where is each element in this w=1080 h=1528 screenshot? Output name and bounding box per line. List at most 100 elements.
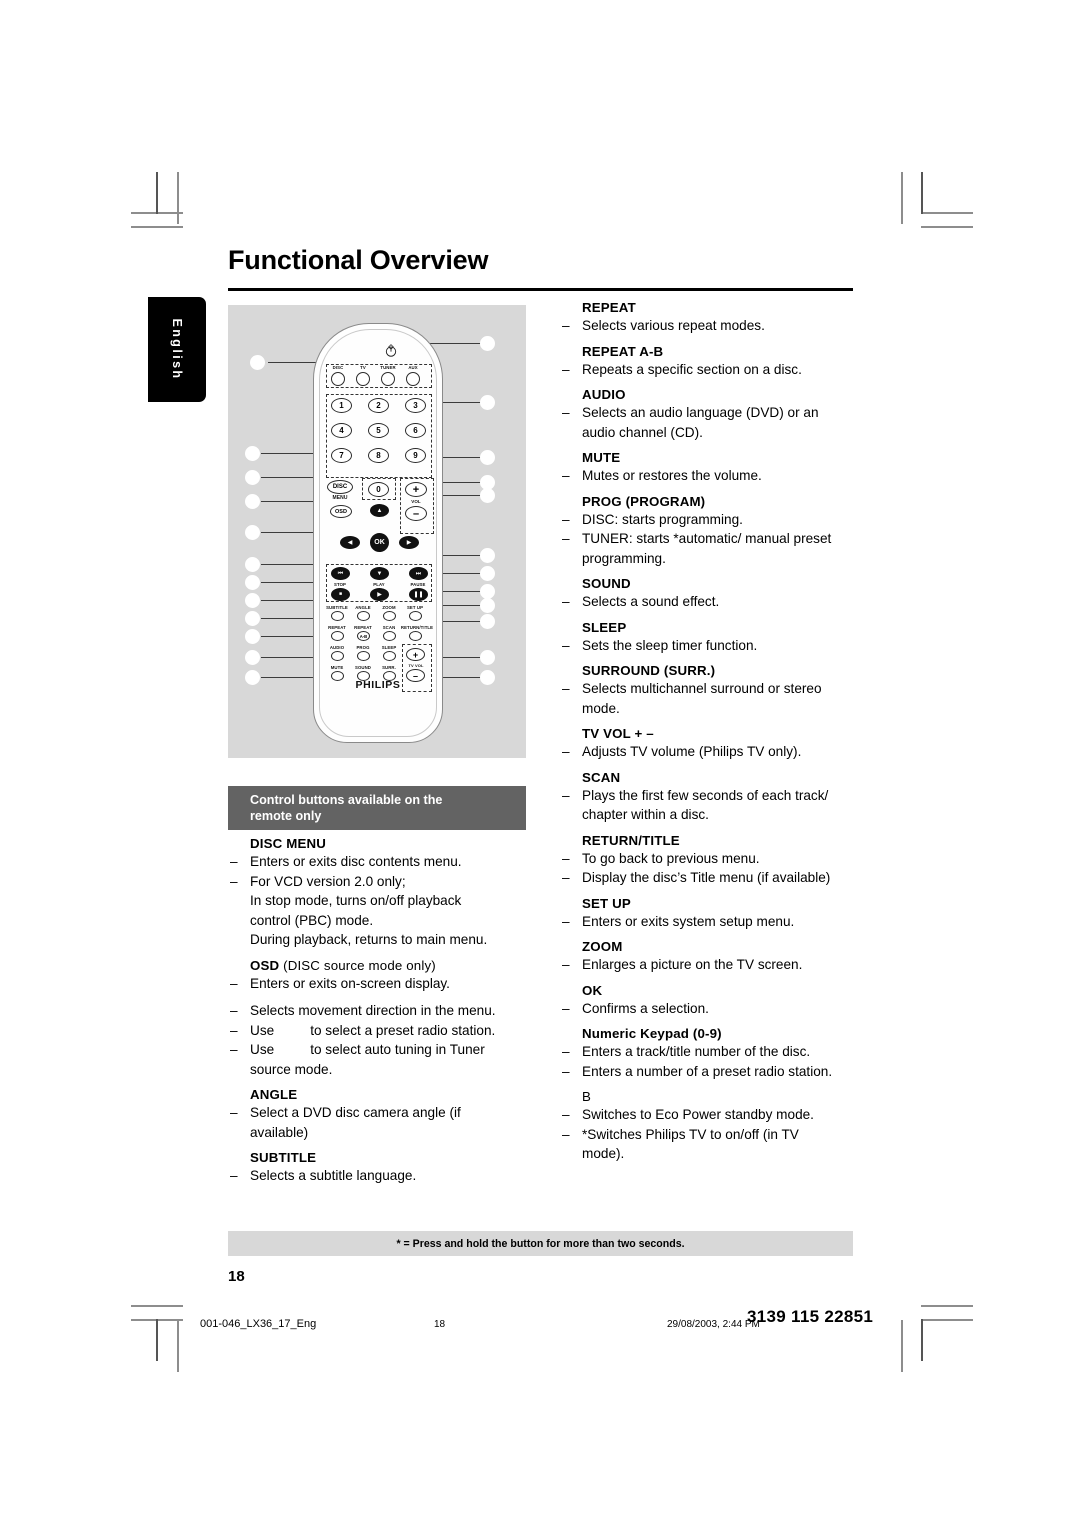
volume-down-button[interactable]: – — [405, 506, 427, 521]
numeric-key-6[interactable]: 6 — [405, 423, 426, 438]
entry-title: SUBTITLE — [250, 1150, 317, 1165]
description-line: In stop mode, turns on/off playback — [228, 891, 538, 911]
numeric-key-3[interactable]: 3 — [405, 398, 426, 413]
description-entry: RETURN/TITLE – To go back to previous menu… — [560, 833, 870, 888]
description-text: programming. — [582, 550, 666, 566]
source-button-aux[interactable] — [406, 372, 420, 386]
numeric-key-5[interactable]: 5 — [368, 423, 389, 438]
volume-label: VOL — [411, 499, 421, 504]
callout-dot-left-11 — [245, 650, 260, 665]
title-rule — [228, 288, 853, 291]
bullet-dash-icon: – — [562, 1126, 570, 1142]
repeat-button[interactable] — [331, 631, 344, 641]
remote-body: DISC TV TUNER AUX 1 2 3 4 5 6 7 8 9 0 DI… — [313, 323, 443, 743]
description-text-continued: to select a preset radio station. — [310, 1022, 496, 1038]
description-text: Enters or exits disc contents menu. — [250, 854, 462, 869]
callout-dot-left-6 — [245, 557, 260, 572]
return-title-button[interactable] — [409, 631, 422, 641]
callout-dot-right-3 — [480, 450, 495, 465]
description-bullet: – Selects a sound effect. — [560, 592, 870, 612]
entry-title: Numeric Keypad (0-9) — [582, 1026, 722, 1041]
description-line: programming. — [560, 549, 870, 569]
description-text: DISC: starts programming. — [582, 511, 743, 527]
description-entry: SET UP – Enters or exits system setup menu… — [560, 896, 870, 932]
callout-dot-left-5 — [245, 525, 260, 540]
description-bullet: – DISC: starts programming. — [560, 510, 870, 530]
scan-label: SCAN — [382, 625, 396, 630]
bullet-dash-icon: – — [230, 1042, 238, 1057]
footnote-text: * = Press and hold the button for more t… — [396, 1237, 685, 1250]
page-number: 18 — [228, 1268, 245, 1285]
callout-dot-right-12 — [480, 670, 495, 685]
entry-title: RETURN/TITLE — [582, 832, 680, 848]
numeric-key-7[interactable]: 7 — [331, 448, 352, 463]
callout-dot-left-4 — [245, 494, 260, 509]
volume-up-button[interactable]: + — [405, 482, 427, 497]
subtitle-button[interactable] — [331, 611, 344, 621]
entry-title: OK — [582, 982, 603, 998]
play-icon: ▶ — [377, 591, 382, 598]
description-text: chapter within a disc. — [582, 807, 709, 822]
numeric-key-8[interactable]: 8 — [368, 448, 389, 463]
angle-label: ANGLE — [355, 605, 371, 610]
setup-button[interactable] — [409, 611, 422, 621]
numeric-key-4[interactable]: 4 — [331, 423, 352, 438]
description-text: mode. — [582, 700, 620, 716]
description-bullet: – TUNER: starts *automatic/ manual preset — [560, 529, 870, 549]
osd-button[interactable]: OSD — [330, 505, 352, 518]
numeric-key-2[interactable]: 2 — [368, 398, 389, 413]
description-entry: OSD (DISC source mode only) – Enters or ex… — [228, 958, 538, 994]
scan-button[interactable] — [383, 631, 396, 641]
repeat-label: REPEAT — [328, 625, 346, 630]
document-code: 3139 115 22851 — [747, 1307, 874, 1326]
audio-button[interactable] — [331, 651, 344, 661]
tv-volume-up-button[interactable]: + — [406, 648, 425, 661]
description-entry: SCAN – Plays the first few seconds of each… — [560, 770, 870, 825]
bullet-dash-icon: – — [562, 870, 570, 885]
description-text: Confirms a selection. — [582, 1000, 709, 1016]
source-label-disc: DISC — [332, 365, 344, 370]
description-bullet: – Enlarges a picture on the TV screen. — [560, 955, 870, 975]
description-entry: Numeric Keypad (0-9) – Enters a track/titl… — [560, 1026, 870, 1081]
source-button-tuner[interactable] — [381, 372, 395, 386]
numeric-key-0[interactable]: 0 — [368, 482, 389, 497]
disc-menu-button[interactable]: DISC — [327, 480, 353, 494]
repeat-ab-button[interactable]: A-B — [357, 631, 370, 641]
bullet-dash-icon: – — [562, 681, 570, 696]
description-text: Selects an audio language (DVD) or an — [582, 405, 819, 420]
description-bullet: – Enters or exits system setup menu. — [560, 912, 870, 932]
bullet-dash-icon: – — [230, 854, 238, 869]
source-button-disc[interactable] — [331, 372, 345, 386]
description-line: mode. — [560, 699, 870, 719]
nav-up-icon: ▲ — [376, 507, 383, 514]
description-bullet: – Selects an audio language (DVD) or an — [560, 403, 870, 423]
crop-mark-tl-h2 — [131, 226, 183, 228]
description-entry: REPEAT – Selects various repeat modes. — [560, 300, 870, 336]
bullet-dash-icon: – — [562, 594, 570, 609]
callout-dot-left-8 — [245, 593, 260, 608]
bullet-dash-icon: – — [230, 975, 238, 991]
sleep-button[interactable] — [383, 651, 396, 661]
callout-dot-right-10 — [480, 614, 495, 629]
description-bullet: – Enters or exits disc contents menu. — [228, 852, 538, 872]
numeric-key-1[interactable]: 1 — [331, 398, 352, 413]
entry-title: SURROUND (SURR.) — [582, 663, 716, 678]
tv-volume-label: TV VOL — [408, 663, 424, 668]
bullet-dash-icon: – — [562, 744, 570, 759]
numeric-key-9[interactable]: 9 — [405, 448, 426, 463]
zoom-button[interactable] — [383, 611, 396, 621]
description-bullet: – *Switches Philips TV to on/off (in TV — [560, 1125, 870, 1145]
angle-button[interactable] — [357, 611, 370, 621]
prog-button[interactable] — [357, 651, 370, 661]
source-button-tv[interactable] — [356, 372, 370, 386]
bullet-dash-icon: – — [562, 913, 570, 929]
play-label: PLAY — [373, 582, 385, 587]
description-text: Selects movement direction in the menu. — [250, 1003, 496, 1018]
description-bullet: – Repeats a specific section on a disc. — [560, 360, 870, 380]
print-slug-date: 29/08/2003, 2:44 PM — [667, 1319, 760, 1330]
callout-dot-right-5 — [480, 488, 495, 503]
callout-dot-right-9 — [480, 598, 495, 613]
entry-title: PROG (PROGRAM) — [582, 493, 706, 509]
bullet-dash-icon: – — [230, 1003, 238, 1018]
callout-dot-right-1 — [480, 336, 495, 351]
